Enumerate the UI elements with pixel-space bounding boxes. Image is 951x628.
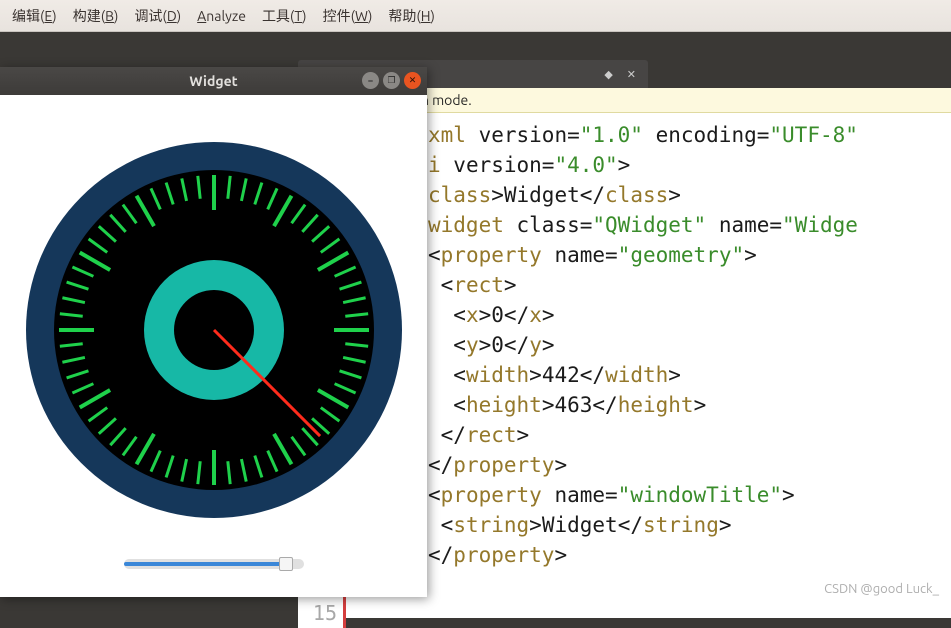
code-line: </rect> [428, 420, 858, 450]
code-line: <property name="windowTitle"> [428, 480, 858, 510]
menu-item-d[interactable]: 调试(D) [126, 2, 189, 30]
widget-window: Widget – ❐ ✕ [0, 67, 427, 597]
code-line: <width>442</width> [428, 360, 858, 390]
menu-item-e[interactable]: 编辑(E) [4, 2, 65, 30]
menu-item-h[interactable]: 帮助(H) [380, 2, 443, 30]
code-line: <height>463</height> [428, 390, 858, 420]
code-line: <string>Widget</string> [428, 510, 858, 540]
code-line: </property> [428, 450, 858, 480]
slider-thumb[interactable] [279, 557, 293, 571]
code-line: i version="4.0"> [428, 150, 858, 180]
gauge-area [0, 95, 427, 565]
menu-item-b[interactable]: 构建(B) [65, 2, 127, 30]
code-line: <y>0</y> [428, 330, 858, 360]
menubar: 编辑(E)构建(B)调试(D)Analyze工具(T)控件(W)帮助(H) [0, 0, 951, 32]
code-line: <x>0</x> [428, 300, 858, 330]
menu-item-w[interactable]: 控件(W) [315, 2, 381, 30]
gauge-widget [24, 140, 404, 520]
split-icon[interactable]: ◆ [600, 68, 616, 81]
code-line: <rect> [428, 270, 858, 300]
gauge-slider[interactable] [124, 559, 304, 569]
code-line: class>Widget</class> [428, 180, 858, 210]
code-line: <property name="geometry"> [428, 240, 858, 270]
code-line: widget class="QWidget" name="Widge [428, 210, 858, 240]
close-tab-icon[interactable]: ✕ [623, 68, 640, 81]
slider-track [124, 562, 284, 566]
close-icon[interactable]: ✕ [404, 72, 421, 89]
line-number: 15 [298, 598, 337, 628]
maximize-icon[interactable]: ❐ [383, 72, 400, 89]
watermark: CSDN @good Luck_ [824, 582, 939, 596]
code-content[interactable]: xml version="1.0" encoding="UTF-8"i vers… [428, 120, 858, 570]
code-line: xml version="1.0" encoding="UTF-8" [428, 120, 858, 150]
menu-item-analyze[interactable]: Analyze [189, 4, 254, 28]
minimize-icon[interactable]: – [362, 72, 379, 89]
code-line: </property> [428, 540, 858, 570]
menu-item-t[interactable]: 工具(T) [254, 2, 315, 30]
window-title: Widget [189, 73, 237, 89]
window-titlebar[interactable]: Widget – ❐ ✕ [0, 67, 427, 95]
